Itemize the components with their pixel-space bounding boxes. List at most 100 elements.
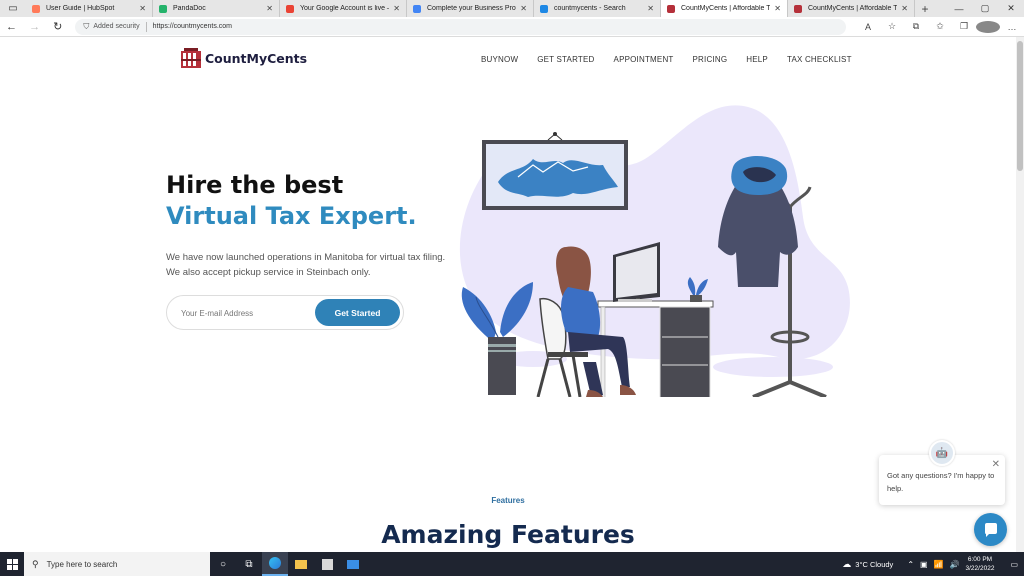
minimize-icon[interactable]: — [946,0,972,17]
hero-title-highlight: Virtual Tax Expert. [166,202,417,230]
nav-link-pricing[interactable]: PRICING [693,55,728,64]
tab-favicon-icon [286,4,294,13]
nav-link-tax-checklist[interactable]: TAX CHECKLIST [787,55,852,64]
url-input[interactable]: ⛉ Added security https://countmycents.co… [75,18,846,35]
maximize-icon[interactable]: ▢ [972,0,998,17]
email-signup-form: Get Started [166,295,404,330]
tab-close-icon[interactable]: ✕ [139,4,146,13]
hero-description: We have now launched operations in Manit… [166,250,466,280]
tab-close-icon[interactable]: ✕ [901,4,908,13]
tab-close-icon[interactable]: ✕ [774,4,781,13]
browser-tab-bar: ▭ User Guide | HubSpot ✕ PandaDoc ✕ Your Goo… [0,0,1024,17]
scrollbar-thumb[interactable] [1017,41,1023,171]
browser-address-bar: ← → ↻ ⛉ Added security https://countmyce… [0,17,1024,37]
web-page: CountMyCents BUYNOW GET STARTED APPOINTMEN… [0,37,1016,552]
url-text: https://countmycents.com [152,23,233,30]
browser-tab[interactable]: Complete your Business Profile ✕ [407,0,534,17]
hero-desc-line: We have now launched operations in Manit… [166,252,446,263]
task-view-icon[interactable]: ⧉ [236,552,262,576]
notifications-icon[interactable]: ▭ [1010,560,1018,569]
nav-link-appointment[interactable]: APPOINTMENT [614,55,674,64]
collections-icon[interactable]: ❐ [952,21,976,33]
tab-title: Your Google Account is live – m [300,5,390,12]
chat-launcher-button[interactable] [974,513,1007,546]
mail-icon[interactable] [340,552,366,576]
tab-close-icon[interactable]: ✕ [393,4,400,13]
hero-title: Hire the best [166,171,344,199]
start-button[interactable] [0,552,24,576]
tab-favicon-icon [667,4,675,13]
file-explorer-icon[interactable] [288,552,314,576]
browser-tab[interactable]: CountMyCents | Affordable Tax ✕ [788,0,915,17]
close-window-icon[interactable]: ✕ [998,0,1024,17]
close-icon[interactable]: ✕ [992,458,1000,471]
favorites-icon[interactable]: ✩ [928,21,952,33]
tab-title: CountMyCents | Affordable Tax [681,5,771,12]
refresh-button[interactable]: ↻ [46,17,69,37]
tab-favicon-icon [159,4,167,13]
read-aloud-icon[interactable]: A [856,21,880,33]
forward-button[interactable]: → [23,17,46,37]
page-scrollbar[interactable] [1016,37,1024,552]
security-shield-icon[interactable]: ⛉ [83,22,89,32]
browser-tab[interactable]: User Guide | HubSpot ✕ [26,0,153,17]
tab-title: PandaDoc [173,5,206,12]
tab-favicon-icon [32,4,40,13]
extensions-icon[interactable]: ⧉ [904,21,928,33]
volume-icon[interactable]: 🔊 [950,560,960,569]
tab-close-icon[interactable]: ✕ [647,4,654,13]
logo-text: CountMyCents [205,50,308,66]
cloud-icon: ☁ [842,558,852,569]
system-tray: ☁ 3°C Cloudy ⌃ ▣ 📶 🔊 6:00 PM 3/22/2022 ▭ [842,552,1024,576]
windows-logo-icon [6,558,18,570]
nav-link-buynow[interactable]: BUYNOW [481,55,518,64]
favorite-star-icon[interactable]: ☆ [880,21,904,33]
email-input[interactable] [181,305,321,321]
main-nav: BUYNOW GET STARTED APPOINTMENT PRICING HELP T… [481,55,871,64]
clock-time: 6:00 PM [967,556,993,563]
browser-tab[interactable]: CountMyCents | Affordable Tax ✕ [661,0,788,17]
more-menu-icon[interactable]: … [1000,21,1024,33]
new-tab-button[interactable]: + [915,0,935,17]
show-hidden-icons-icon[interactable]: ⌃ [907,560,914,569]
site-logo[interactable]: CountMyCents [180,47,307,69]
browser-tab[interactable]: countmycents - Search ✕ [534,0,661,17]
tab-title: Complete your Business Profile [427,5,517,12]
tab-title: User Guide | HubSpot [46,5,115,12]
browser-toolbar: A ☆ ⧉ ✩ ❐ … [856,20,1024,33]
chat-agent-avatar: 🤖 [929,440,955,466]
tray-app-icon[interactable]: ▣ [920,560,928,569]
weather-widget[interactable]: ☁ 3°C Cloudy [842,559,893,570]
store-icon[interactable] [314,552,340,576]
network-icon[interactable]: 📶 [934,560,944,569]
hero-illustration [459,105,850,397]
browser-tab[interactable]: Your Google Account is live – m ✕ [280,0,407,17]
tab-favicon-icon [540,4,548,13]
features-title: Amazing Features [381,520,635,549]
cortana-icon[interactable]: ○ [210,552,236,576]
system-clock[interactable]: 6:00 PM 3/22/2022 [966,555,995,573]
back-button[interactable]: ← [0,17,23,37]
browser-tab[interactable]: PandaDoc ✕ [153,0,280,17]
chat-icon [984,522,997,537]
logo-mark-icon [181,48,201,68]
profile-avatar[interactable] [976,20,1000,33]
clock-date: 3/22/2022 [965,565,995,572]
chat-greeting-text: Got any questions? I'm happy to help. [887,471,995,493]
taskbar-search[interactable]: ⚲ Type here to search [24,552,210,576]
profile-icon [976,20,1000,33]
security-label: Added security [93,23,140,30]
tab-close-icon[interactable]: ✕ [520,4,527,13]
get-started-button[interactable]: Get Started [315,299,400,326]
tab-close-icon[interactable]: ✕ [266,4,273,13]
tab-actions-icon[interactable]: ▭ [0,0,26,17]
tab-favicon-icon [413,4,421,13]
nav-link-help[interactable]: HELP [746,55,768,64]
edge-browser-icon[interactable] [262,552,288,576]
features-label: Features [491,496,525,505]
hero-desc-line: We also accept pickup service in Steinba… [166,267,371,278]
tab-title: countmycents - Search [554,5,626,12]
tab-title: CountMyCents | Affordable Tax [808,5,898,12]
nav-link-get-started[interactable]: GET STARTED [537,55,594,64]
windows-taskbar: ⚲ Type here to search ○ ⧉ ☁ 3°C Cloudy ⌃… [0,552,1024,576]
